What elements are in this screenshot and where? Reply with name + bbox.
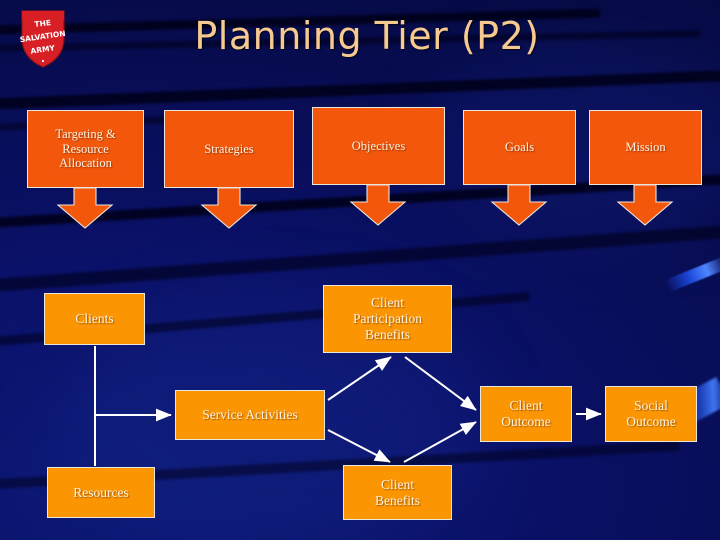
tier-box-objectives-label: Objectives (351, 138, 406, 153)
flow-line: Client (509, 398, 543, 414)
flow-line: Participation (353, 311, 422, 327)
flow-line: Social (634, 398, 668, 414)
tier-line: Targeting & (55, 126, 116, 141)
flow-box-client-benefits[interactable]: Client Benefits (343, 465, 452, 520)
tier-box-strategies-label: Strategies (204, 141, 254, 156)
flow-box-client-participation-benefits-label: Client Participation Benefits (345, 295, 430, 343)
flow-line: Benefits (364, 326, 410, 342)
tier-box-strategies[interactable]: Strategies (164, 110, 294, 188)
flow-box-client-participation-benefits[interactable]: Client Participation Benefits (323, 285, 452, 353)
flow-box-social-outcome-label: Social Outcome (618, 398, 684, 430)
flow-line: Outcome (501, 414, 551, 429)
flow-line: Client (381, 476, 414, 492)
flow-box-clients-label: Clients (75, 311, 114, 327)
slide-title: Planning Tier (P2) (194, 14, 540, 58)
flow-box-clients[interactable]: Clients (44, 293, 145, 345)
tier-line: Allocation (59, 156, 112, 171)
flow-line: Benefits (375, 492, 420, 508)
flow-box-client-outcome[interactable]: Client Outcome (480, 386, 572, 442)
tier-box-goals[interactable]: Goals (463, 110, 576, 185)
flow-box-resources[interactable]: Resources (47, 467, 155, 518)
tier-box-goals-label: Goals (504, 140, 535, 155)
flow-box-client-benefits-label: Client Benefits (367, 477, 428, 509)
tier-box-objectives[interactable]: Objectives (312, 107, 445, 185)
tier-box-mission[interactable]: Mission (589, 110, 702, 185)
tier-box-targeting-label: Targeting & Resource Allocation (47, 127, 123, 171)
tier-box-targeting[interactable]: Targeting & Resource Allocation (27, 110, 144, 188)
flow-box-client-outcome-label: Client Outcome (493, 398, 559, 430)
slide-canvas: THE SALVATION ARMY Planning Tier (P2) Ta… (0, 0, 720, 540)
flow-line: Outcome (626, 414, 676, 429)
flow-box-service-activities-label: Service Activities (202, 407, 298, 423)
tier-box-mission-label: Mission (625, 140, 666, 155)
tier-line: Resource (62, 141, 109, 156)
flow-line: Client (370, 295, 404, 311)
flow-box-service-activities[interactable]: Service Activities (175, 390, 325, 440)
flow-box-social-outcome[interactable]: Social Outcome (605, 386, 697, 442)
flow-box-resources-label: Resources (73, 484, 129, 500)
